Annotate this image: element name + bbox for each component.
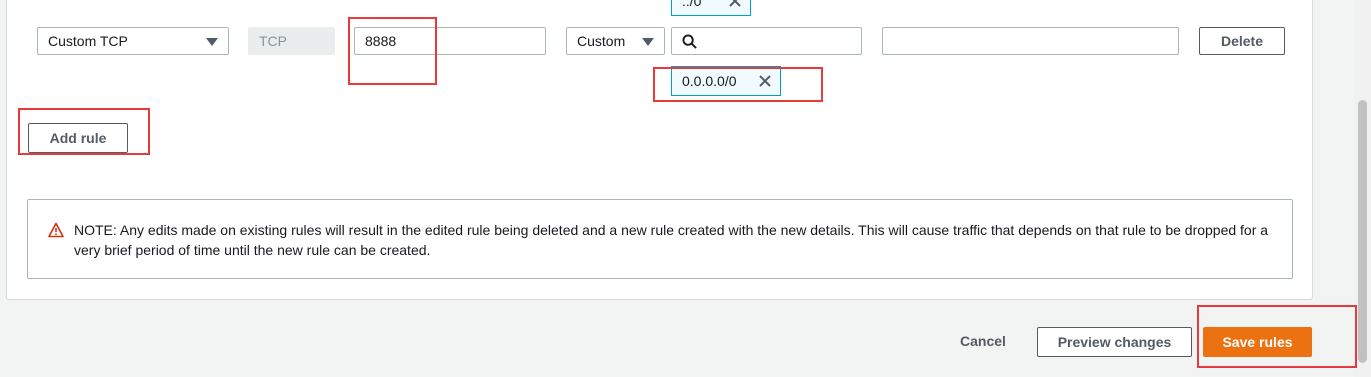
description-input[interactable]	[882, 27, 1179, 55]
highlight-add-rule	[18, 108, 150, 155]
scrollbar-thumb[interactable]	[1358, 100, 1367, 363]
warning-icon	[48, 222, 64, 238]
source-search-input[interactable]	[671, 27, 862, 55]
remove-token-ipv6-icon[interactable]	[728, 0, 742, 8]
chevron-down-icon	[642, 38, 654, 46]
highlight-save-rules	[1197, 305, 1357, 368]
protocol-field: TCP	[248, 27, 335, 55]
preview-changes-button[interactable]: Preview changes	[1037, 327, 1192, 357]
rule-type-value: Custom TCP	[48, 33, 128, 49]
search-icon	[682, 34, 697, 49]
edit-warning-alert: NOTE: Any edits made on existing rules w…	[27, 199, 1293, 279]
source-type-select[interactable]: Custom	[566, 27, 665, 55]
source-type-value: Custom	[577, 33, 626, 49]
warning-message: NOTE: Any edits made on existing rules w…	[74, 222, 1269, 258]
source-token-ipv6: ::/0	[671, 0, 751, 16]
rule-type-select[interactable]: Custom TCP	[37, 27, 229, 55]
protocol-value: TCP	[259, 33, 287, 49]
source-token-ipv6-label: ::/0	[682, 0, 702, 9]
delete-rule-button[interactable]: Delete	[1199, 27, 1285, 55]
chevron-down-icon	[206, 38, 218, 46]
highlight-port-range	[348, 17, 437, 85]
highlight-source-token	[653, 67, 823, 102]
cancel-button[interactable]: Cancel	[944, 327, 1022, 357]
